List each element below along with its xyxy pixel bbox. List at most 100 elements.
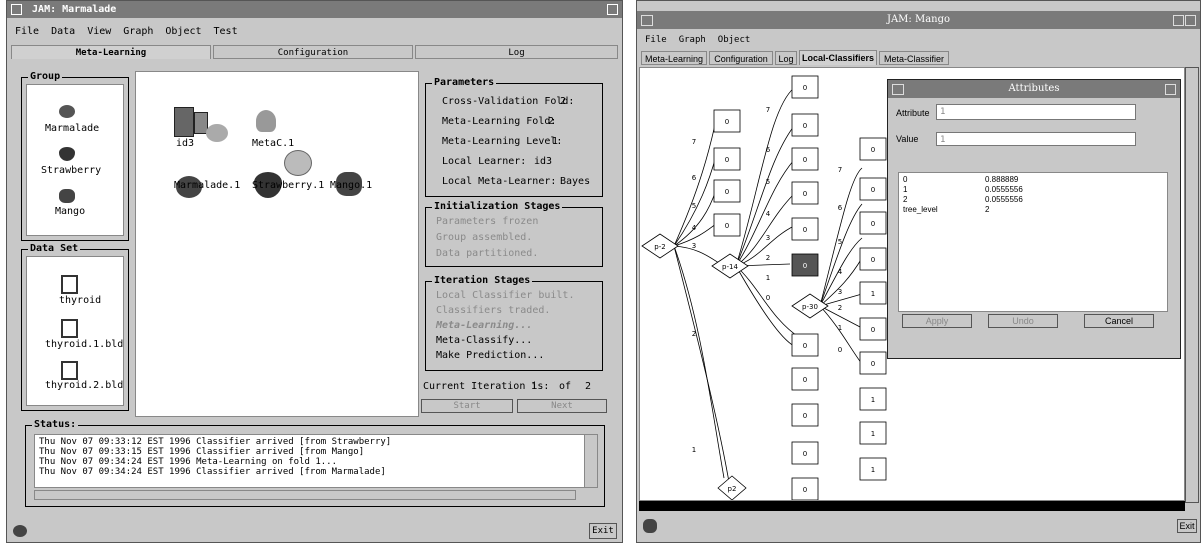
strawberry-icon[interactable] — [284, 150, 312, 176]
exit-button[interactable]: Exit — [1177, 519, 1197, 533]
tab-meta-classifier[interactable]: Meta-Classifier — [879, 51, 949, 65]
canvas-icon-strawberry1[interactable]: Strawberry.1 — [252, 180, 324, 191]
window-menu-icon[interactable] — [892, 84, 904, 95]
canvas-icon-id3[interactable]: id3 — [176, 138, 194, 149]
tree-node-p-14[interactable]: p-14 — [722, 263, 738, 271]
document-icon[interactable] — [61, 361, 78, 380]
svg-text:0: 0 — [803, 122, 807, 130]
marmalade-icon[interactable] — [59, 105, 75, 118]
init-stage-1: Parameters frozen — [436, 216, 539, 227]
tab-log[interactable]: Log — [415, 45, 618, 59]
menu-object[interactable]: Object — [718, 35, 751, 45]
apply-button[interactable]: Apply — [902, 314, 972, 328]
group-item-marmalade[interactable]: Marmalade — [45, 123, 99, 134]
init-stages-label: Initialization Stages — [432, 201, 563, 212]
svg-text:0: 0 — [803, 262, 807, 270]
cancel-button[interactable]: Cancel — [1084, 314, 1154, 328]
svg-text:6: 6 — [838, 204, 843, 212]
list-item-value: 0.888889 — [985, 175, 1019, 184]
menu-view[interactable]: View — [87, 26, 111, 37]
attribute-values-list[interactable]: 0 0.888889 1 0.0555556 2 0.0555556 tree_… — [898, 172, 1168, 312]
maximize-icon[interactable] — [1185, 15, 1196, 26]
canvas-icon-marmalade1[interactable]: Marmalade.1 — [174, 180, 240, 191]
marmalade-icon — [13, 525, 27, 537]
tree-node-p-2[interactable]: p-2 — [654, 243, 665, 251]
current-iteration-value: 1 — [531, 381, 538, 392]
horizontal-scrollbar[interactable] — [639, 501, 1185, 511]
dataset-item-thyroid-1[interactable]: thyroid.1.bld — [45, 339, 123, 350]
iteration-stages-label: Iteration Stages — [432, 275, 533, 286]
window-menu-icon[interactable] — [11, 4, 22, 15]
canvas-icon-mango1[interactable]: Mango.1 — [330, 180, 372, 191]
title-bar[interactable]: JAM: Mango — [637, 11, 1200, 29]
computer-icon[interactable] — [174, 107, 194, 137]
svg-text:0: 0 — [871, 146, 875, 154]
menu-file[interactable]: File — [645, 35, 667, 45]
param-cv-fold-label: Cross-Validation Fold: — [442, 96, 575, 107]
minimize-icon[interactable] — [1173, 15, 1184, 26]
attribute-field[interactable]: 1 — [936, 104, 1136, 120]
dialog-title-bar[interactable]: Attributes — [888, 80, 1180, 98]
horizontal-scrollbar[interactable] — [34, 490, 576, 500]
agent-canvas[interactable]: id3 MetaC.1 Marmalade.1 Strawberry.1 Man… — [135, 71, 419, 417]
param-local-learner-value: id3 — [534, 156, 553, 167]
menu-graph[interactable]: Graph — [123, 26, 153, 37]
maximize-icon[interactable] — [1165, 84, 1176, 95]
tab-meta-learning[interactable]: Meta-Learning — [641, 51, 707, 65]
group-item-strawberry[interactable]: Strawberry — [41, 165, 101, 176]
document-icon[interactable] — [61, 275, 78, 294]
next-button[interactable]: Next — [517, 399, 607, 413]
tab-meta-learning[interactable]: Meta-Learning — [11, 45, 211, 59]
tree-node-p2[interactable]: p2 — [728, 485, 737, 493]
param-ml-fold-label: Meta-Learning Fold: — [442, 116, 557, 127]
param-ml-level-value: 1 — [552, 136, 559, 147]
undo-button[interactable]: Undo — [988, 314, 1058, 328]
tab-configuration[interactable]: Configuration — [213, 45, 413, 59]
document-icon[interactable] — [61, 319, 78, 338]
window-menu-icon[interactable] — [641, 15, 653, 26]
tab-log[interactable]: Log — [775, 51, 797, 65]
status-line: Thu Nov 07 09:34:24 EST 1996 Classifier … — [39, 467, 386, 477]
dataset-item-thyroid[interactable]: thyroid — [59, 295, 101, 306]
dataset-item-thyroid-2[interactable]: thyroid.2.bld — [45, 380, 123, 391]
tree-node-p-30[interactable]: p-30 — [802, 303, 818, 311]
mango-icon[interactable] — [59, 189, 75, 203]
group-box: Group Marmalade Strawberry Mango — [21, 71, 129, 241]
dataset-list: thyroid thyroid.1.bld thyroid.2.bld — [26, 256, 124, 406]
tab-configuration[interactable]: Configuration — [709, 51, 773, 65]
menu-file[interactable]: File — [15, 26, 39, 37]
svg-text:6: 6 — [766, 146, 771, 154]
strawberry-icon[interactable] — [59, 147, 75, 161]
iter-stage-3: Meta-Learning... — [436, 320, 533, 331]
vertical-scrollbar[interactable] — [584, 435, 597, 487]
group-item-mango[interactable]: Mango — [55, 206, 85, 217]
vertical-scrollbar[interactable] — [1185, 67, 1199, 503]
attribute-label: Attribute — [896, 108, 930, 118]
tab-local-classifiers[interactable]: Local-Classifiers — [799, 50, 877, 65]
exit-button[interactable]: Exit — [589, 523, 617, 539]
value-field[interactable]: 1 — [936, 132, 1136, 146]
list-item-key: 1 — [903, 185, 908, 194]
svg-text:0: 0 — [871, 326, 875, 334]
meta-classifier-icon[interactable] — [256, 110, 276, 132]
menu-object[interactable]: Object — [165, 26, 201, 37]
svg-text:1: 1 — [766, 274, 770, 282]
svg-text:1: 1 — [871, 466, 875, 474]
status-label: Status: — [32, 419, 79, 430]
current-iteration-of: of — [559, 381, 572, 392]
title-bar[interactable]: JAM: Marmalade — [7, 1, 622, 18]
svg-text:0: 0 — [725, 222, 729, 230]
menu-data[interactable]: Data — [51, 26, 75, 37]
start-button[interactable]: Start — [421, 399, 513, 413]
menu-graph[interactable]: Graph — [679, 35, 706, 45]
window-title: JAM: Mango — [886, 14, 951, 25]
maximize-icon[interactable] — [607, 4, 618, 15]
svg-text:3: 3 — [692, 242, 696, 250]
canvas-icon-metac1[interactable]: MetaC.1 — [252, 138, 294, 149]
group-list: Marmalade Strawberry Mango — [26, 84, 124, 236]
svg-text:0: 0 — [803, 84, 807, 92]
menu-test[interactable]: Test — [214, 26, 238, 37]
value-label: Value — [896, 134, 919, 144]
strawberry-icon[interactable] — [206, 124, 228, 142]
iter-stage-5: Make Prediction... — [436, 350, 545, 361]
